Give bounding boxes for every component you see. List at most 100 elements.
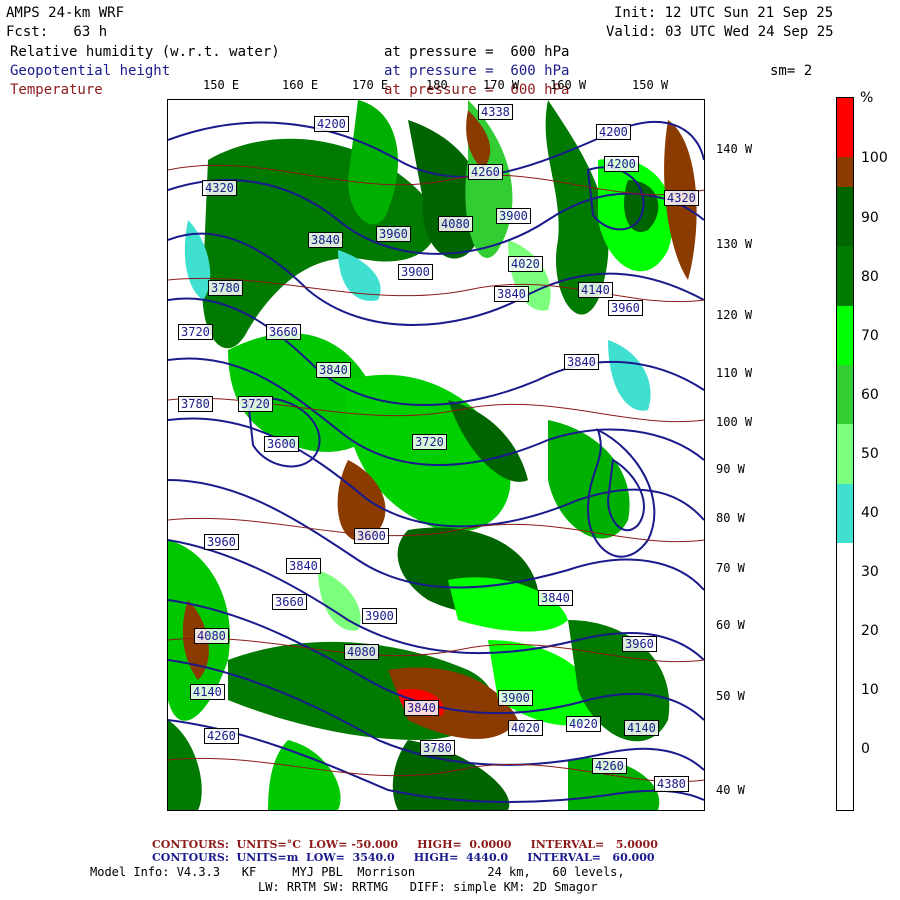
legend-swatch xyxy=(837,424,853,484)
contour-label: 4320 xyxy=(664,190,699,206)
lat-label: 140 W xyxy=(716,142,753,156)
contour-label: 3840 xyxy=(316,362,351,378)
legend-label: 10 xyxy=(861,682,879,698)
legend-label: 100 xyxy=(861,150,888,166)
contour-label: 3840 xyxy=(538,590,573,606)
legend-label: 20 xyxy=(861,623,879,639)
init-time: Init: 12 UTC Sun 21 Sep 25 xyxy=(614,5,834,21)
lat-label: 90 W xyxy=(716,462,745,476)
lon-label: 170 W xyxy=(483,78,520,92)
contour-label: 4140 xyxy=(190,684,225,700)
field-height-name: Geopotential height xyxy=(10,63,171,79)
contour-label: 3960 xyxy=(376,226,411,242)
contour-label: 3840 xyxy=(308,232,343,248)
contour-label: 4380 xyxy=(654,776,689,792)
contour-label: 3600 xyxy=(264,436,299,452)
lat-label: 120 W xyxy=(716,308,753,322)
contour-label: 3660 xyxy=(266,324,301,340)
legend-label: 60 xyxy=(861,387,879,403)
contour-label: 4200 xyxy=(314,116,349,132)
contour-label: 3840 xyxy=(286,558,321,574)
contour-label: 3960 xyxy=(204,534,239,550)
lat-label: 50 W xyxy=(716,689,745,703)
contour-label: 4200 xyxy=(596,124,631,140)
smoothing-label: sm= 2 xyxy=(770,63,813,79)
forecast-hour: Fcst: 63 h xyxy=(6,24,108,40)
lat-label: 130 W xyxy=(716,237,753,251)
contour-label: 4260 xyxy=(592,758,627,774)
lat-label: 110 W xyxy=(716,366,753,380)
contour-label: 4080 xyxy=(344,644,379,660)
contour-label: 4020 xyxy=(508,720,543,736)
contour-label: 3660 xyxy=(272,594,307,610)
contour-label: 3780 xyxy=(178,396,213,412)
legend-unit: % xyxy=(860,90,874,106)
contour-label: 4200 xyxy=(604,156,639,172)
legend-label: 80 xyxy=(861,269,879,285)
contour-label: 3780 xyxy=(208,280,243,296)
contour-label: 3900 xyxy=(496,208,531,224)
field-temp-name: Temperature xyxy=(10,82,103,98)
contour-label: 3900 xyxy=(498,690,533,706)
legend-swatch xyxy=(837,543,853,810)
legend-label: 50 xyxy=(861,446,879,462)
lat-label: 60 W xyxy=(716,618,745,632)
legend-swatch xyxy=(837,157,853,187)
contour-label: 3840 xyxy=(494,286,529,302)
contour-label: 3600 xyxy=(354,528,389,544)
color-legend xyxy=(836,97,854,811)
valid-time: Valid: 03 UTC Wed 24 Sep 25 xyxy=(606,24,834,40)
map-panel: 4200 4338 4200 4320 4260 4200 4320 3960 … xyxy=(167,99,705,811)
contour-label: 4080 xyxy=(194,628,229,644)
legend-label: 0 xyxy=(861,741,870,757)
lon-label: 150 E xyxy=(203,78,240,92)
height-contour-info: CONTOURS: UNITS=m LOW= 3540.0 HIGH= 4440… xyxy=(152,851,655,864)
lon-label: 170 E xyxy=(352,78,389,92)
lon-label: 150 W xyxy=(632,78,669,92)
contour-label: 3720 xyxy=(238,396,273,412)
contour-label: 3960 xyxy=(622,636,657,652)
contour-label: 3840 xyxy=(564,354,599,370)
contour-label: 4320 xyxy=(202,180,237,196)
contour-label: 4140 xyxy=(578,282,613,298)
contour-label: 3780 xyxy=(420,740,455,756)
legend-label: 90 xyxy=(861,210,879,226)
contour-label: 4260 xyxy=(204,728,239,744)
model-info-line-2: LW: RRTM SW: RRTMG DIFF: simple KM: 2D S… xyxy=(258,880,598,894)
contour-label: 3900 xyxy=(398,264,433,280)
contour-label: 3960 xyxy=(608,300,643,316)
model-title: AMPS 24-km WRF xyxy=(6,5,125,21)
lat-label: 40 W xyxy=(716,783,745,797)
lon-label: 180 xyxy=(426,78,448,92)
legend-label: 40 xyxy=(861,505,879,521)
legend-label: 70 xyxy=(861,328,879,344)
field-height-level: at pressure = 600 hPa xyxy=(384,63,570,79)
model-info-line-1: Model Info: V4.3.3 KF MYJ PBL Morrison 2… xyxy=(90,865,625,879)
contour-label: 4020 xyxy=(566,716,601,732)
legend-label: 30 xyxy=(861,564,879,580)
contour-label: 3840 xyxy=(404,700,439,716)
lon-label: 160 E xyxy=(282,78,319,92)
contour-label: 4140 xyxy=(624,720,659,736)
legend-swatch xyxy=(837,483,853,543)
contour-label: 3720 xyxy=(178,324,213,340)
field-temp-level: at pressure = 600 hPa xyxy=(384,82,570,98)
legend-swatch xyxy=(837,246,853,306)
contour-label: 4260 xyxy=(468,164,503,180)
lon-label: 160 W xyxy=(550,78,587,92)
contour-label: 3720 xyxy=(412,434,447,450)
temperature-contour-info: CONTOURS: UNITS=°C LOW= -50.000 HIGH= 0.… xyxy=(152,838,658,851)
lat-label: 100 W xyxy=(716,415,753,429)
contour-label: 3900 xyxy=(362,608,397,624)
legend-swatch xyxy=(837,305,853,365)
contour-label: 4020 xyxy=(508,256,543,272)
contour-label: 4338 xyxy=(478,104,513,120)
lat-label: 70 W xyxy=(716,561,745,575)
legend-swatch xyxy=(837,365,853,425)
legend-swatch xyxy=(837,98,853,158)
field-rh-level: at pressure = 600 hPa xyxy=(384,44,570,60)
field-rh-name: Relative humidity (w.r.t. water) xyxy=(10,44,280,60)
legend-swatch xyxy=(837,187,853,247)
contour-label: 4080 xyxy=(438,216,473,232)
lat-label: 80 W xyxy=(716,511,745,525)
